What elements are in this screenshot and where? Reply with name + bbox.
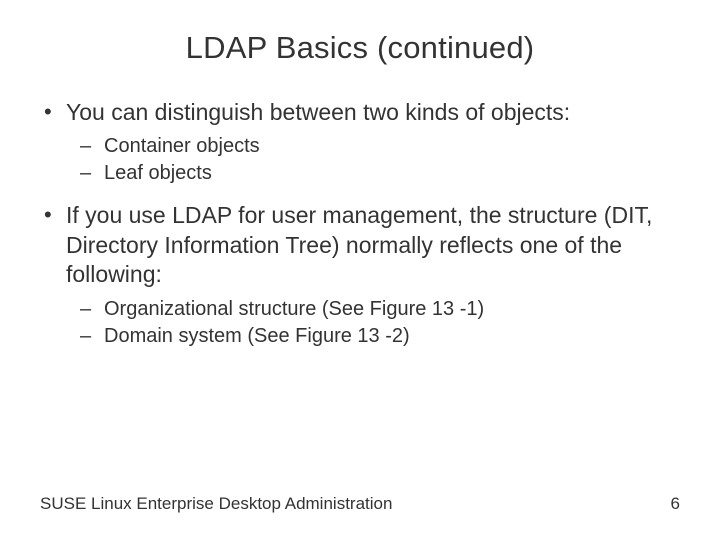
slide: LDAP Basics (continued) You can distingu…: [0, 0, 720, 540]
sub-bullet-text: Container objects: [104, 135, 260, 157]
sub-bullet-list: Container objects Leaf objects: [66, 133, 680, 187]
bullet-item: You can distinguish between two kinds of…: [40, 98, 680, 187]
sub-bullet-item: Leaf objects: [76, 160, 680, 187]
sub-bullet-item: Domain system (See Figure 13 -2): [76, 323, 680, 350]
slide-content: You can distinguish between two kinds of…: [0, 76, 720, 350]
sub-bullet-list: Organizational structure (See Figure 13 …: [66, 296, 680, 350]
sub-bullet-text: Organizational structure (See Figure 13 …: [104, 298, 484, 320]
bullet-item: If you use LDAP for user management, the…: [40, 201, 680, 349]
bullet-text: You can distinguish between two kinds of…: [66, 99, 570, 125]
sub-bullet-text: Domain system (See Figure 13 -2): [104, 325, 410, 347]
bullet-list: You can distinguish between two kinds of…: [40, 98, 680, 350]
bullet-text: If you use LDAP for user management, the…: [66, 202, 652, 287]
slide-footer: SUSE Linux Enterprise Desktop Administra…: [40, 494, 680, 514]
sub-bullet-text: Leaf objects: [104, 162, 212, 184]
footer-left-text: SUSE Linux Enterprise Desktop Administra…: [40, 494, 392, 514]
sub-bullet-item: Organizational structure (See Figure 13 …: [76, 296, 680, 323]
sub-bullet-item: Container objects: [76, 133, 680, 160]
slide-title: LDAP Basics (continued): [0, 0, 720, 76]
page-number: 6: [671, 494, 680, 514]
